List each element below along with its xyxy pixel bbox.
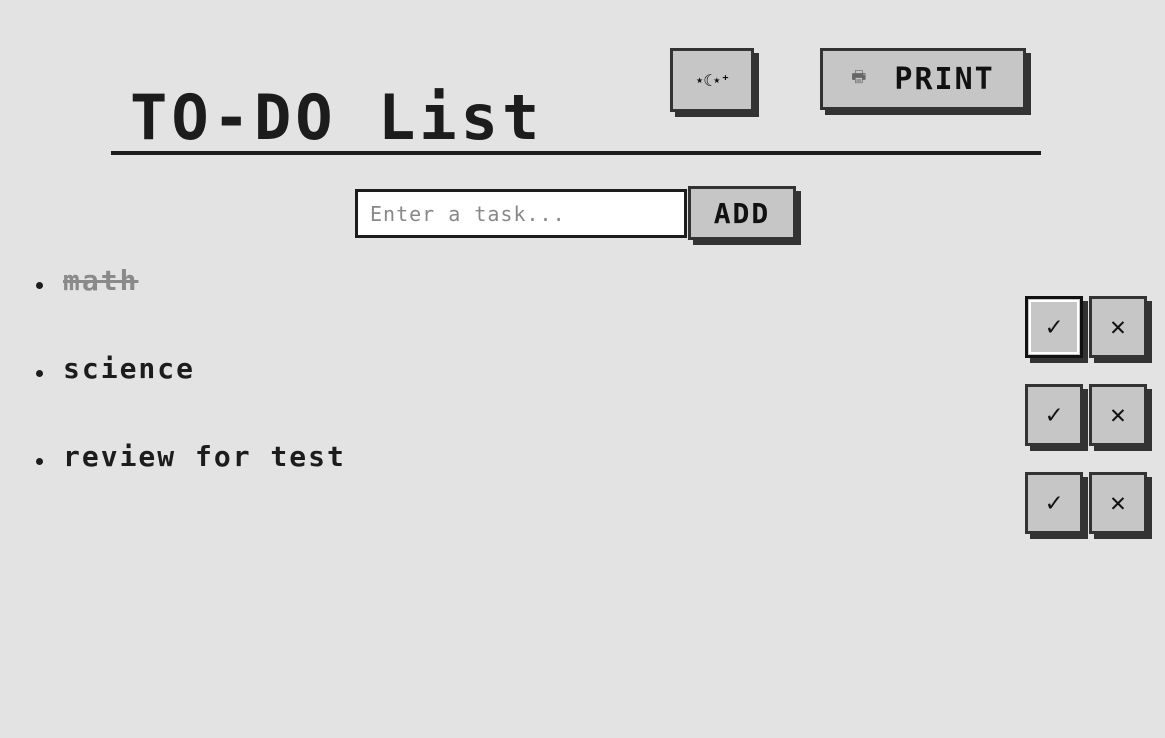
delete-task-button-review-for-test[interactable]: ✕ bbox=[1089, 472, 1147, 534]
moon-stars-icon: ⋆☾⋆⁺ bbox=[694, 70, 731, 90]
complete-task-button-math[interactable]: ✓ bbox=[1025, 296, 1083, 358]
page-title: TO-DO List bbox=[130, 80, 544, 154]
theme-toggle-button[interactable]: ⋆☾⋆⁺ bbox=[670, 48, 754, 112]
task-text: science bbox=[63, 352, 196, 385]
task-item-review-for-test: review for test bbox=[36, 440, 346, 473]
delete-task-button-math[interactable]: ✕ bbox=[1089, 296, 1147, 358]
bullet-icon bbox=[36, 370, 43, 377]
bullet-icon bbox=[36, 282, 43, 289]
task-input[interactable] bbox=[355, 189, 687, 238]
task-text: review for test bbox=[63, 440, 346, 473]
print-button-label: PRINT bbox=[894, 61, 995, 97]
todo-app: TO-DO List ⋆☾⋆⁺ 🖶 PRINT ADD math ✓ ✕ sci… bbox=[0, 0, 1165, 738]
task-item-math: math bbox=[36, 264, 138, 297]
print-button[interactable]: 🖶 PRINT bbox=[820, 48, 1026, 110]
complete-task-button-review-for-test[interactable]: ✓ bbox=[1025, 472, 1083, 534]
task-text: math bbox=[63, 264, 139, 297]
task-item-science: science bbox=[36, 352, 195, 385]
add-task-button[interactable]: ADD bbox=[688, 186, 796, 240]
complete-task-button-science[interactable]: ✓ bbox=[1025, 384, 1083, 446]
header-divider bbox=[111, 151, 1041, 155]
bullet-icon bbox=[36, 458, 43, 465]
printer-icon: 🖶 bbox=[851, 66, 869, 86]
delete-task-button-science[interactable]: ✕ bbox=[1089, 384, 1147, 446]
